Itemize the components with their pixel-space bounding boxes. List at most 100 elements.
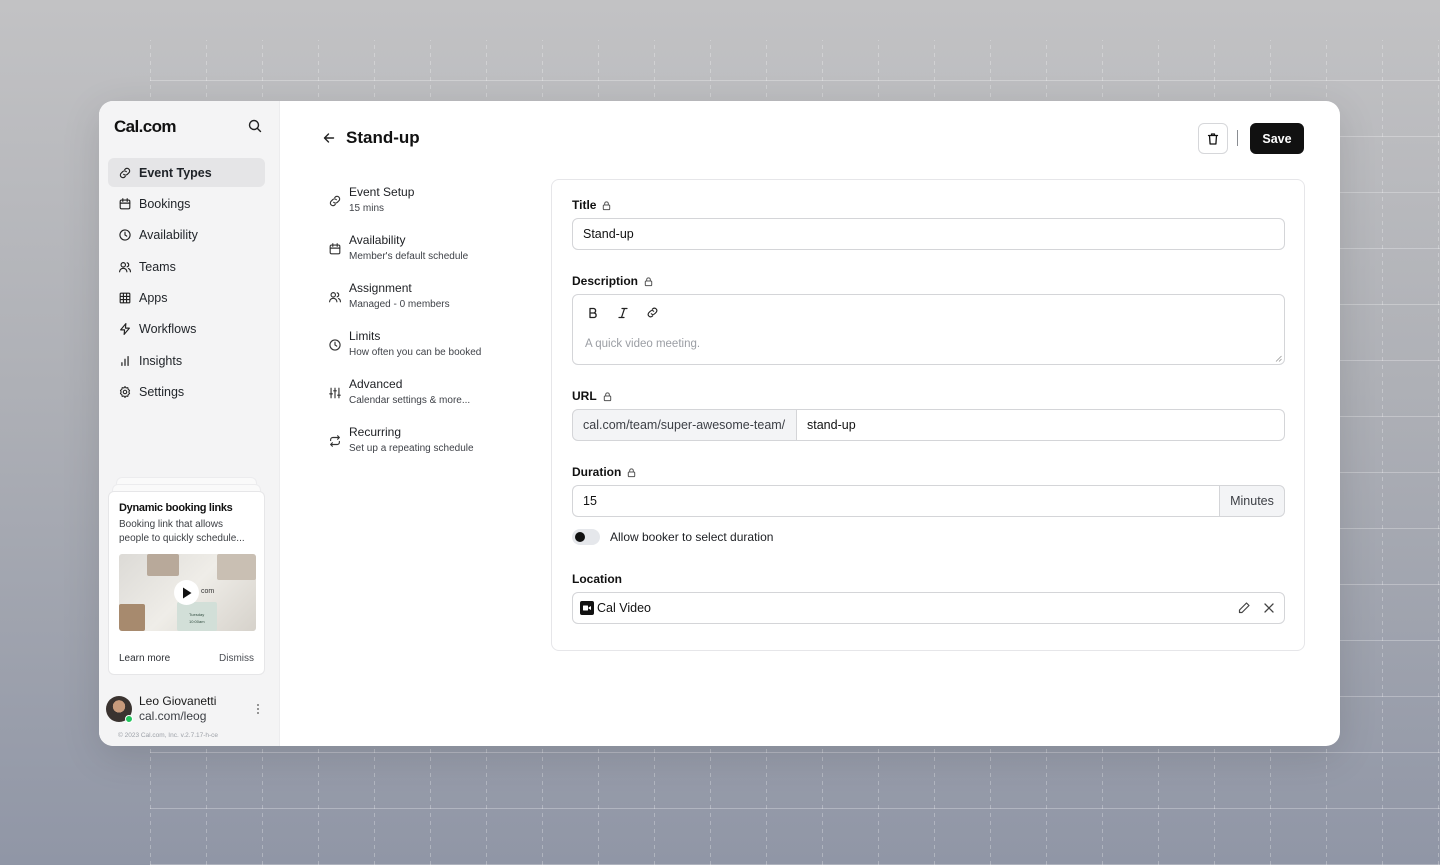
sidebar-item-label: Apps xyxy=(139,291,168,306)
step-title: Event Setup xyxy=(349,185,415,199)
page-title: Stand-up xyxy=(346,128,420,147)
step-title: Assignment xyxy=(349,281,412,295)
lock-icon xyxy=(603,391,611,401)
step-subtitle: Calendar settings & more... xyxy=(349,395,471,406)
sidebar-item-workflows[interactable]: Workflows xyxy=(108,315,265,344)
zap-icon xyxy=(120,323,130,336)
step-advanced[interactable]: Advanced Calendar settings & more... xyxy=(328,376,538,424)
select-duration-toggle[interactable] xyxy=(572,529,600,545)
gear-icon xyxy=(119,386,131,399)
sliders-icon xyxy=(329,387,341,399)
user-name: Leo Giovanetti xyxy=(139,694,217,708)
promo-title: Dynamic booking links xyxy=(119,502,233,514)
link-icon[interactable] xyxy=(645,305,660,320)
duration-label: Duration xyxy=(572,465,637,479)
sidebar-item-teams[interactable]: Teams xyxy=(108,252,265,281)
promo-description: Booking link that allows people to quick… xyxy=(119,519,245,544)
step-recurring[interactable]: Recurring Set up a repeating schedule xyxy=(328,424,538,472)
bold-icon[interactable] xyxy=(585,305,600,320)
step-subtitle: Managed - 0 members xyxy=(349,299,450,310)
title-label: Title xyxy=(572,198,612,212)
sidebar-item-label: Availability xyxy=(139,228,198,243)
sidebar-item-label: Bookings xyxy=(139,196,191,211)
italic-icon[interactable] xyxy=(615,305,630,320)
step-title: Recurring xyxy=(349,425,402,439)
play-icon xyxy=(182,587,191,598)
step-title: Limits xyxy=(349,329,381,343)
url-label-text: URL xyxy=(572,389,597,403)
step-subtitle: 15 mins xyxy=(349,203,385,214)
dismiss-button[interactable]: Dismiss xyxy=(219,653,254,664)
step-event-setup[interactable]: Event Setup 15 mins xyxy=(328,184,538,232)
step-subtitle: Set up a repeating schedule xyxy=(349,443,474,454)
sidebar-nav: Event Types Bookings Availability Teams … xyxy=(108,158,265,409)
sidebar-item-label: Teams xyxy=(139,259,176,274)
thumbnail-text: com xyxy=(201,588,215,595)
step-subtitle: How often you can be booked xyxy=(349,347,482,358)
step-title: Availability xyxy=(349,233,406,247)
resize-handle-icon[interactable] xyxy=(1275,355,1282,362)
sidebar-item-bookings[interactable]: Bookings xyxy=(108,189,265,218)
thumbnail-person-tile xyxy=(147,554,179,576)
play-button[interactable] xyxy=(174,580,199,605)
toggle-label: Allow booker to select duration xyxy=(610,530,774,544)
location-actions xyxy=(1226,601,1276,615)
setup-steps: Event Setup 15 mins Availability Member'… xyxy=(328,184,538,472)
users-icon xyxy=(329,292,341,303)
duration-toggle-row: Allow booker to select duration xyxy=(572,529,773,545)
close-icon[interactable] xyxy=(1262,601,1276,615)
learn-more-link[interactable]: Learn more xyxy=(119,653,170,664)
more-vertical-icon[interactable] xyxy=(256,703,260,715)
step-limits[interactable]: Limits How often you can be booked xyxy=(328,328,538,376)
sidebar-item-label: Workflows xyxy=(139,322,197,337)
sidebar-item-label: Settings xyxy=(139,385,185,400)
pencil-icon[interactable] xyxy=(1237,601,1251,615)
save-button[interactable]: Save xyxy=(1250,123,1304,154)
delete-button[interactable] xyxy=(1198,123,1228,154)
user-handle: cal.com/leog xyxy=(139,709,207,723)
app-window: Cal.com Event Types Bookings Availabilit… xyxy=(99,101,1340,746)
repeat-icon xyxy=(330,435,340,447)
logo[interactable]: Cal.com xyxy=(114,117,177,137)
description-editor[interactable]: A quick video meeting. xyxy=(572,294,1285,365)
step-availability[interactable]: Availability Member's default schedule xyxy=(328,232,538,280)
step-assignment[interactable]: Assignment Managed - 0 members xyxy=(328,280,538,328)
sidebar-item-label: Event Types xyxy=(139,165,212,180)
link-icon xyxy=(119,167,131,178)
url-slug-input[interactable]: stand-up xyxy=(796,409,1285,441)
online-status-dot xyxy=(125,715,133,723)
main-content: Stand-up Save Event Setup 15 mins Availa… xyxy=(280,101,1340,746)
user-menu[interactable]: Leo Giovanetti cal.com/leog xyxy=(106,694,266,724)
editor-toolbar xyxy=(585,305,675,320)
description-label-text: Description xyxy=(572,274,639,288)
sidebar-item-settings[interactable]: Settings xyxy=(108,378,265,407)
trash-icon xyxy=(1207,132,1219,145)
event-setup-form: Title Stand-up Description A quick video… xyxy=(551,179,1305,651)
thumbnail-person-tile xyxy=(119,604,145,631)
clock-icon xyxy=(329,339,341,351)
url-prefix: cal.com/team/super-awesome-team/ xyxy=(572,409,797,441)
duration-input[interactable]: 15 xyxy=(572,485,1220,517)
clock-icon xyxy=(119,229,131,241)
sidebar: Cal.com Event Types Bookings Availabilit… xyxy=(99,101,280,746)
arrow-left-icon[interactable] xyxy=(322,131,336,145)
location-label-text: Location xyxy=(572,572,622,586)
sidebar-item-apps[interactable]: Apps xyxy=(108,284,265,313)
sidebar-item-availability[interactable]: Availability xyxy=(108,221,265,250)
copyright: © 2023 Cal.com, Inc. v.2.7.17-h-ce xyxy=(118,732,219,739)
title-input[interactable]: Stand-up xyxy=(572,218,1285,250)
avatar xyxy=(106,696,133,723)
title-label-text: Title xyxy=(572,198,597,212)
sidebar-item-insights[interactable]: Insights xyxy=(108,346,265,375)
step-subtitle: Member's default schedule xyxy=(349,251,469,262)
duration-label-text: Duration xyxy=(572,465,622,479)
lock-icon xyxy=(644,276,653,286)
sidebar-item-event-types[interactable]: Event Types xyxy=(108,158,265,187)
promo-video-thumbnail[interactable]: com Tuesday 10:00am xyxy=(119,554,256,631)
duration-unit: Minutes xyxy=(1219,485,1285,517)
sidebar-item-label: Insights xyxy=(139,353,183,368)
promo-card: Dynamic booking links Booking link that … xyxy=(108,491,265,675)
location-field[interactable]: Cal Video xyxy=(572,592,1285,624)
search-icon[interactable] xyxy=(247,118,263,134)
link-icon xyxy=(329,195,341,207)
